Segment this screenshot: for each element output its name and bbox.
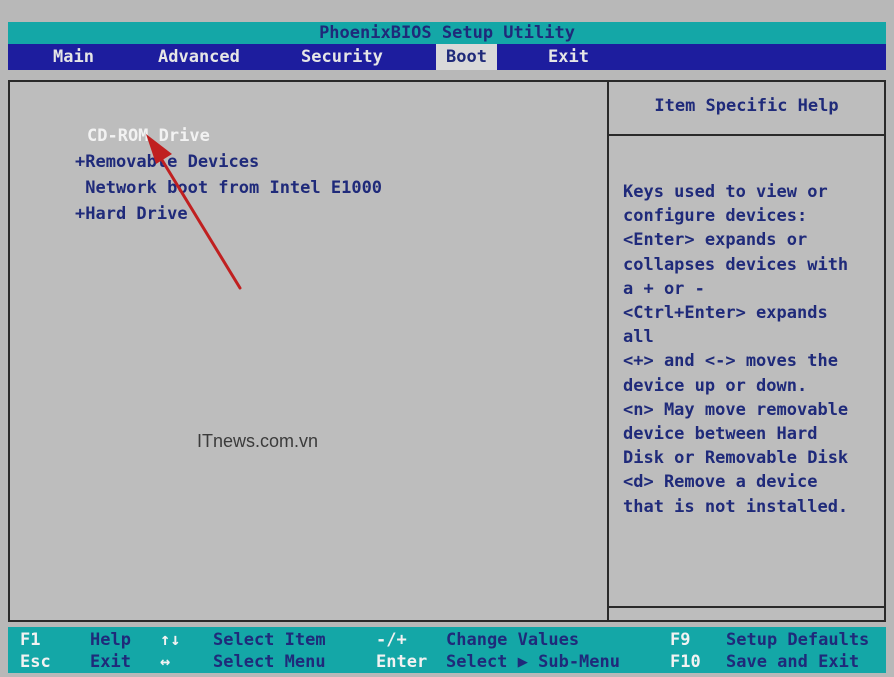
key-updown-icon: ↑↓ [160,630,181,650]
key-updown-desc: Select Item [213,630,326,650]
key-f9: F9 [670,630,691,650]
key-f9-desc: Setup Defaults [726,630,870,650]
key-esc-desc: Exit [90,652,131,672]
key-minusplus: -/+ [376,630,407,650]
bios-screen: PhoenixBIOS Setup Utility Main Advanced … [0,0,894,677]
annotation-arrow-icon [146,134,242,290]
key-minusplus-desc: Change Values [446,630,580,650]
status-bar: F1 Help ↑↓ Select Item -/+ Change Values… [8,627,886,673]
key-enter-desc: Select ▶ Sub-Menu [446,652,620,672]
key-leftright-desc: Select Menu [213,652,326,672]
key-f1: F1 [20,630,41,650]
key-f10: F10 [670,652,701,672]
key-enter: Enter [376,652,428,672]
key-esc: Esc [20,652,51,672]
key-f1-desc: Help [90,630,131,650]
key-leftright-icon: ↔ [160,652,171,672]
key-f10-desc: Save and Exit [726,652,860,672]
